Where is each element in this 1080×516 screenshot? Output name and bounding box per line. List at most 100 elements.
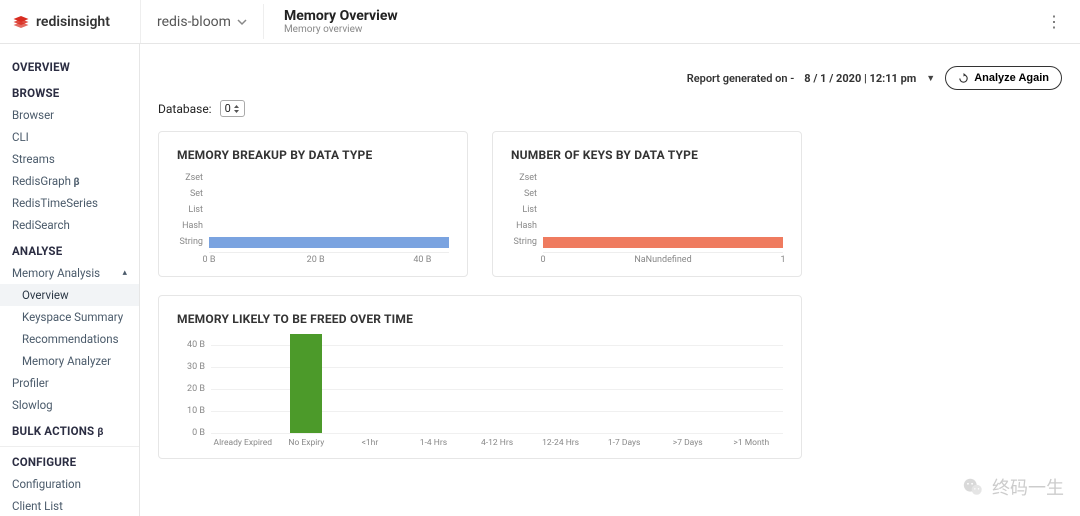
database-name: redis-bloom [157, 14, 231, 30]
breadcrumb: Memory Overview Memory overview [263, 4, 418, 39]
sidebar-item-configuration[interactable]: Configuration [0, 473, 139, 495]
card-memory-breakup: MEMORY BREAKUP BY DATA TYPE Zset Set List H… [158, 131, 468, 277]
chart-category-label: List [177, 205, 209, 215]
sidebar-heading[interactable]: BROWSE [0, 78, 139, 104]
chart-slot [720, 334, 784, 433]
chart-category-label: Zset [511, 173, 543, 183]
chevron-down-icon [237, 17, 247, 27]
topbar: redisinsight redis-bloom Memory Overview… [0, 0, 1080, 44]
report-timestamp: 8 / 1 / 2020 | 12:11 pm [804, 72, 916, 85]
chart-tick-label: NaNundefined [634, 255, 691, 265]
chart-slot [656, 334, 720, 433]
sidebar: OVERVIEWBROWSEBrowserCLIStreamsRedisGrap… [0, 44, 140, 516]
sidebar-heading[interactable]: BULK ACTIONS β [0, 416, 139, 442]
stepper-icon [233, 104, 240, 114]
chart-tick-label: 20 B [307, 255, 325, 265]
chart-row: Set [511, 186, 783, 202]
memory-freed-chart: 0 B10 B20 B30 B40 B Already ExpiredNo Exp… [177, 334, 783, 448]
app-logo[interactable]: redisinsight [12, 13, 140, 31]
chart-category-label: Set [511, 189, 543, 199]
chart-category-label: String [511, 237, 543, 247]
refresh-icon [958, 73, 969, 84]
chart-slot [402, 334, 466, 433]
chart-tick-label: 20 B [187, 384, 211, 394]
sidebar-item-redistimeseries[interactable]: RedisTimeSeries [0, 192, 139, 214]
chart-row: Set [177, 186, 449, 202]
content: Report generated on - 8 / 1 / 2020 | 12:… [140, 44, 1080, 516]
analyze-again-button[interactable]: Analyze Again [945, 66, 1062, 90]
database-row: Database: 0 [158, 100, 1062, 117]
chart-slot [338, 334, 402, 433]
card-title: MEMORY LIKELY TO BE FREED OVER TIME [177, 312, 783, 326]
report-label: Report generated on - [687, 72, 795, 85]
chart-category-label: String [177, 237, 209, 247]
chart-tick-label: 1 [780, 255, 785, 265]
sidebar-heading[interactable]: ANALYSE [0, 236, 139, 262]
chart-category-label: 1-4 Hrs [402, 438, 466, 448]
page-subtitle: Memory overview [284, 24, 398, 35]
chart-x-axis: 0 B20 B40 B [209, 252, 449, 266]
card-title: MEMORY BREAKUP BY DATA TYPE [177, 148, 449, 162]
chart-x-axis: Already ExpiredNo Expiry<1hr1-4 Hrs4-12 … [211, 438, 783, 448]
card-title: NUMBER OF KEYS BY DATA TYPE [511, 148, 783, 162]
page-title: Memory Overview [284, 8, 398, 24]
analyze-again-label: Analyze Again [974, 72, 1049, 84]
chart-row: List [511, 202, 783, 218]
sidebar-item-redisgraph[interactable]: RedisGraph β [0, 170, 139, 192]
sidebar-subitem-overview[interactable]: Overview [0, 284, 139, 306]
sidebar-item-slowlog[interactable]: Slowlog [0, 394, 139, 416]
chart-slot [529, 334, 593, 433]
chart-category-label: Hash [177, 221, 209, 231]
chart-category-label: Set [177, 189, 209, 199]
chart-row: Zset [511, 170, 783, 186]
chart-row: Hash [177, 218, 449, 234]
chart-row: List [177, 202, 449, 218]
caret-up-icon: ▴ [122, 268, 127, 278]
database-dropdown[interactable]: redis-bloom [140, 0, 263, 43]
chart-category-label: >1 Month [720, 438, 784, 448]
chart-category-label: 12-24 Hrs [529, 438, 593, 448]
chart-row: Hash [511, 218, 783, 234]
chart-slot [592, 334, 656, 433]
sidebar-item-streams[interactable]: Streams [0, 148, 139, 170]
chart-x-axis: 0 NaNundefined 1 [543, 252, 783, 266]
chart-category-label: No Expiry [275, 438, 339, 448]
chart-row: String [511, 234, 783, 250]
chart-slot [465, 334, 529, 433]
sidebar-item-cli[interactable]: CLI [0, 126, 139, 148]
sidebar-item-client-list[interactable]: Client List [0, 495, 139, 516]
chart-tick-label: 10 B [187, 406, 211, 416]
sidebar-subitem-keyspace-summary[interactable]: Keyspace Summary [0, 306, 139, 328]
app-name: redisinsight [36, 14, 110, 30]
chart-grid: 0 B10 B20 B30 B40 B [211, 334, 783, 434]
chart-tick-label: 40 B [413, 255, 431, 265]
chart-bar [209, 237, 449, 248]
more-menu-icon[interactable]: ⋮ [1040, 12, 1068, 31]
database-select[interactable]: 0 [220, 100, 245, 117]
number-keys-chart: Zset Set ListHash String 0 NaNundefined 1 [511, 170, 783, 266]
chart-slot [275, 334, 339, 433]
sidebar-item-redisearch[interactable]: RediSearch [0, 214, 139, 236]
chart-tick-label: 0 B [203, 255, 216, 265]
chart-tick-label: 40 B [187, 340, 211, 350]
database-value: 0 [225, 102, 231, 115]
sidebar-heading[interactable]: CONFIGURE [0, 446, 139, 473]
redis-cube-icon [12, 13, 30, 31]
chart-category-label: 1-7 Days [592, 438, 656, 448]
chevron-down-icon[interactable]: ▼ [926, 73, 935, 84]
card-number-keys: NUMBER OF KEYS BY DATA TYPE Zset Set ListH… [492, 131, 802, 277]
sidebar-subitem-recommendations[interactable]: Recommendations [0, 328, 139, 350]
sidebar-heading[interactable]: OVERVIEW [0, 52, 139, 78]
chart-category-label: >7 Days [656, 438, 720, 448]
chart-bar [543, 237, 783, 248]
sidebar-item-profiler[interactable]: Profiler [0, 372, 139, 394]
memory-breakup-chart: Zset Set List Hash String 0 B 20 B 40 B [177, 170, 449, 266]
chart-row: String [177, 234, 449, 250]
chart-category-label: <1hr [338, 438, 402, 448]
sidebar-item-memory-analysis[interactable]: Memory Analysis▴ [0, 262, 139, 284]
chart-category-label: Zset [177, 173, 209, 183]
sidebar-subitem-memory-analyzer[interactable]: Memory Analyzer [0, 350, 139, 372]
chart-tick-label: 0 [540, 255, 545, 265]
sidebar-item-browser[interactable]: Browser [0, 104, 139, 126]
chart-category-label: Already Expired [211, 438, 275, 448]
